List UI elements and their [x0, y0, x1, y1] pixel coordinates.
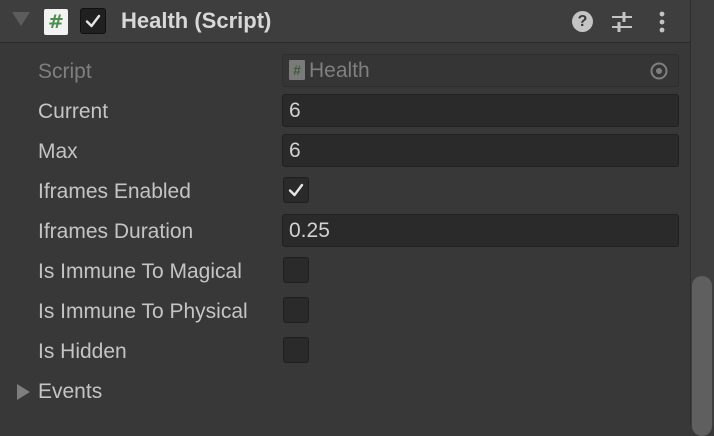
- kebab-menu-icon[interactable]: [655, 10, 669, 34]
- iframes-enabled-row: Iframes Enabled: [0, 172, 690, 210]
- scrollbar-thumb[interactable]: [692, 276, 712, 436]
- script-asset-icon: #: [289, 60, 305, 80]
- current-row: Current 6: [0, 92, 690, 130]
- events-label: Events: [38, 380, 103, 403]
- is-immune-magical-label: Is Immune To Magical: [38, 260, 242, 283]
- is-immune-physical-label: Is Immune To Physical: [38, 300, 248, 323]
- help-icon[interactable]: ?: [572, 11, 593, 32]
- checkmark-icon: [85, 14, 101, 28]
- events-foldout[interactable]: Events: [0, 372, 690, 410]
- is-hidden-checkbox[interactable]: [283, 337, 309, 363]
- preset-icon[interactable]: [610, 10, 634, 34]
- max-input[interactable]: 6: [282, 134, 679, 167]
- iframes-duration-row: Iframes Duration 0.25: [0, 212, 690, 250]
- is-immune-physical-row: Is Immune To Physical: [0, 292, 690, 330]
- max-row: Max 6: [0, 132, 690, 170]
- iframes-enabled-checkbox[interactable]: [283, 177, 309, 203]
- is-hidden-row: Is Hidden: [0, 332, 690, 370]
- iframes-enabled-label: Iframes Enabled: [38, 180, 191, 203]
- component-title: Health (Script): [121, 8, 272, 33]
- iframes-duration-label: Iframes Duration: [38, 220, 194, 243]
- is-immune-magical-checkbox[interactable]: [283, 257, 309, 283]
- script-icon: #: [44, 9, 68, 35]
- checkmark-icon: [288, 183, 304, 197]
- object-picker-icon[interactable]: [649, 61, 669, 81]
- foldout-arrow-icon[interactable]: [17, 384, 30, 400]
- foldout-triangle-icon[interactable]: [12, 12, 30, 26]
- component-enabled-checkbox[interactable]: [80, 8, 106, 34]
- script-field[interactable]: # Health: [282, 54, 679, 87]
- current-input[interactable]: 6: [282, 94, 679, 127]
- component-header[interactable]: # Health (Script) ?: [0, 0, 690, 43]
- script-value: Health: [309, 59, 370, 82]
- current-label: Current: [38, 100, 109, 123]
- max-label: Max: [38, 140, 78, 163]
- is-immune-physical-checkbox[interactable]: [283, 297, 309, 323]
- script-row: Script # Health: [0, 52, 690, 90]
- iframes-duration-input[interactable]: 0.25: [282, 214, 679, 247]
- is-immune-magical-row: Is Immune To Magical: [0, 252, 690, 290]
- script-label: Script: [38, 60, 92, 83]
- is-hidden-label: Is Hidden: [38, 340, 127, 363]
